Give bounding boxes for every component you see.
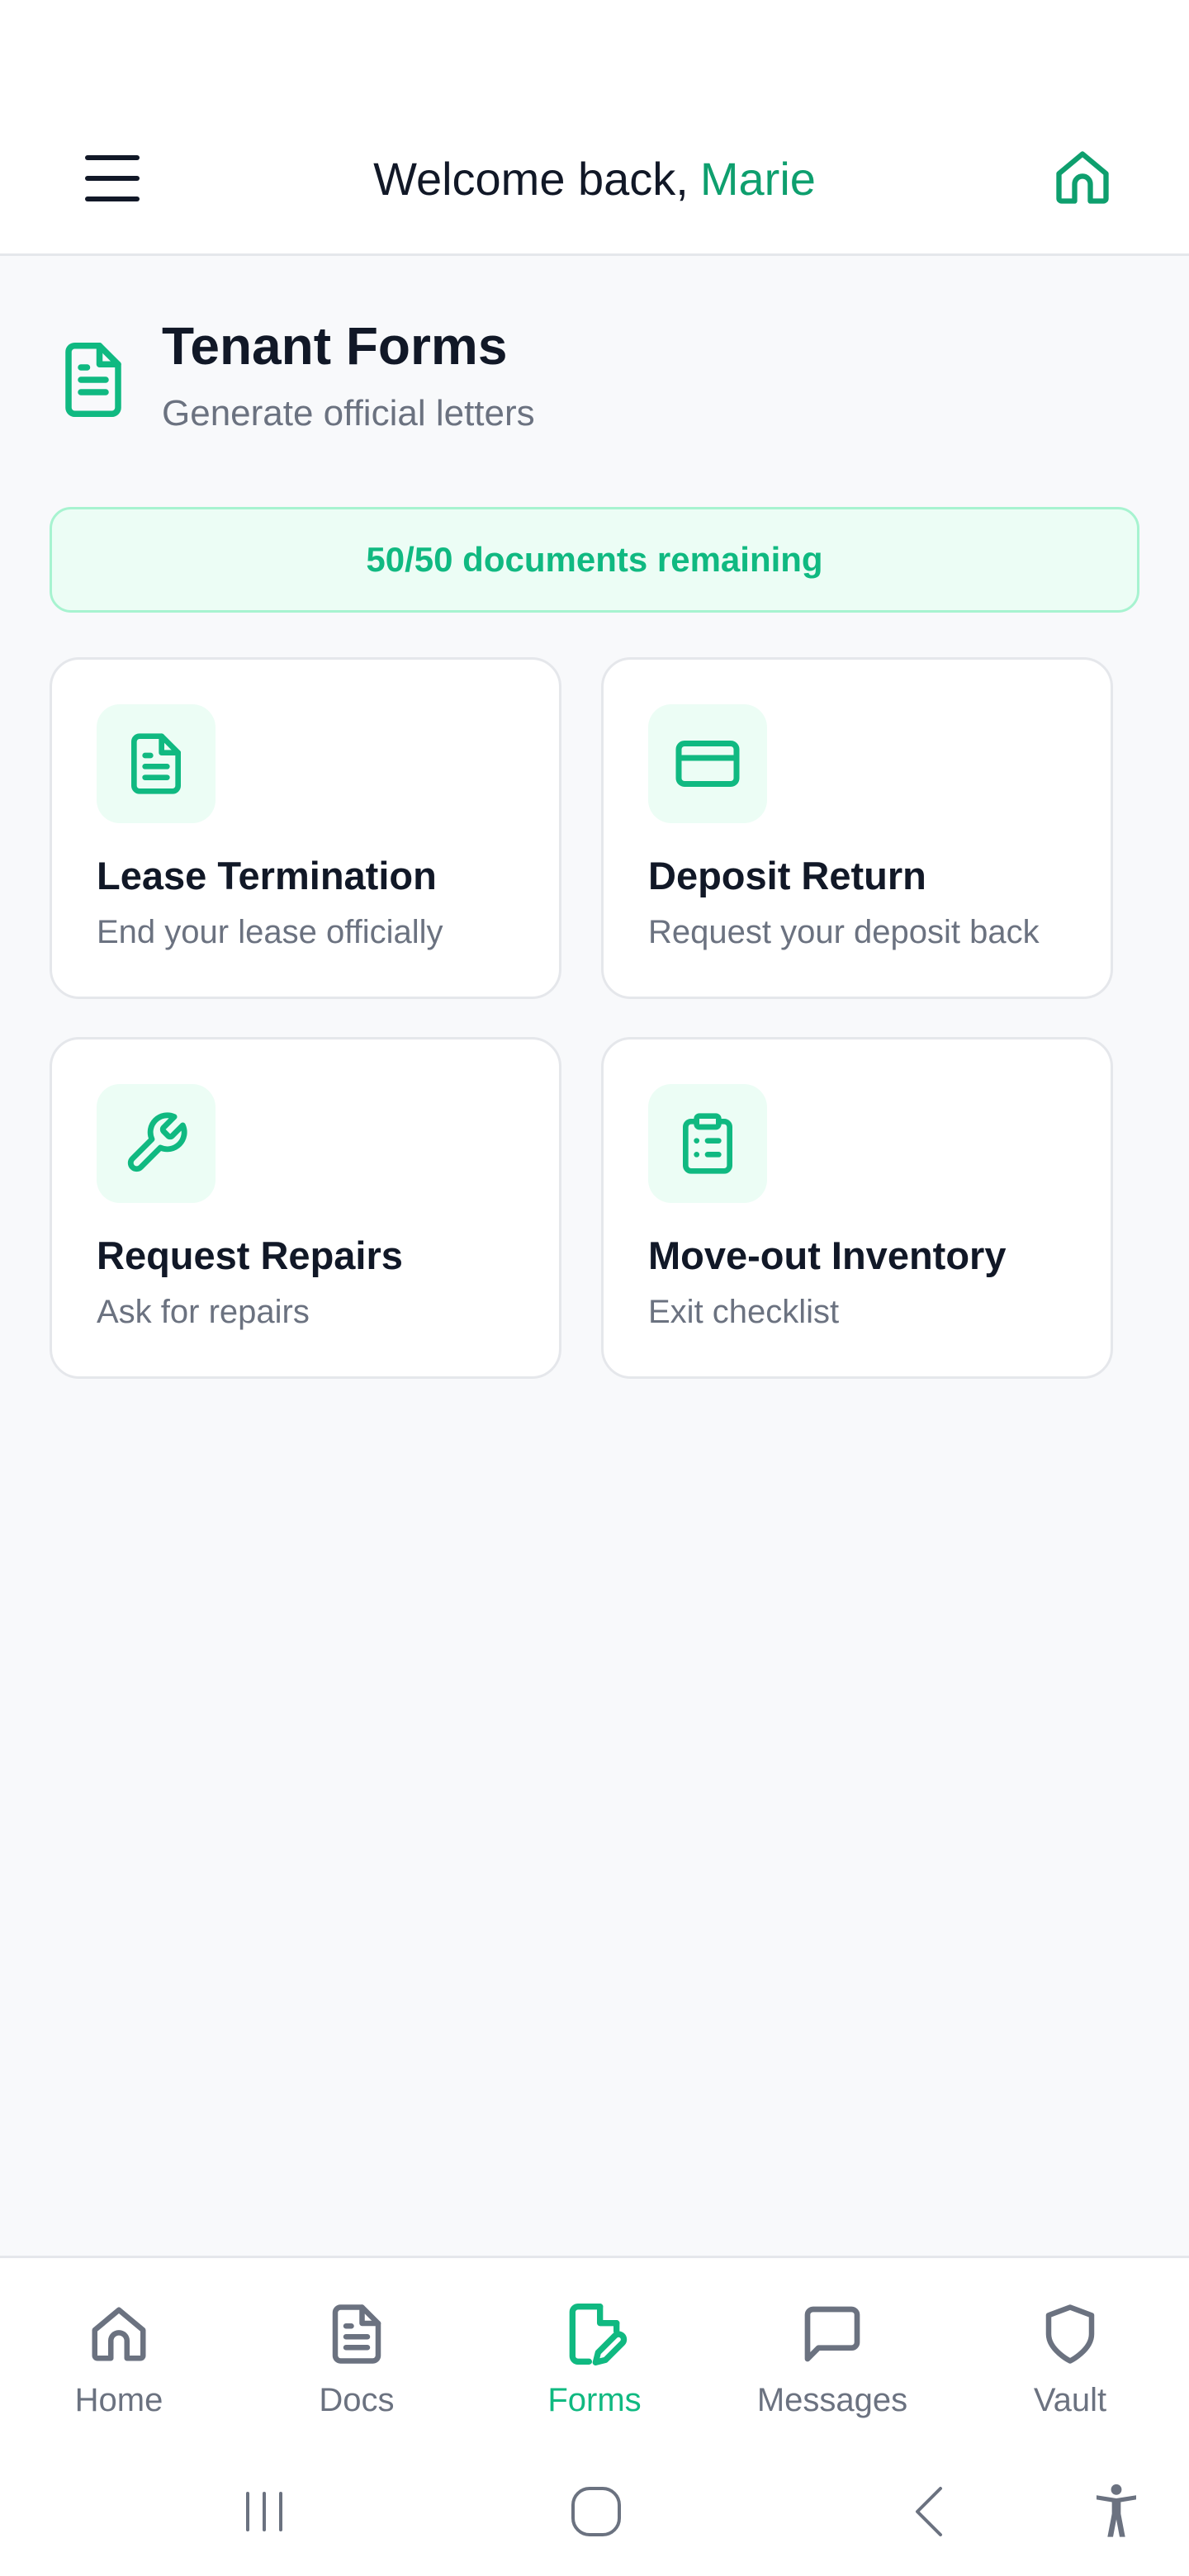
card-icon-tile — [648, 1084, 767, 1203]
lease-termination-card[interactable]: Lease Termination End your lease officia… — [50, 657, 561, 999]
back-button[interactable] — [888, 2470, 971, 2553]
page-title: Tenant Forms — [162, 316, 508, 376]
card-title: Deposit Return — [648, 854, 926, 897]
shield-icon — [1045, 2304, 1095, 2364]
accessibility-icon — [1097, 2484, 1136, 2537]
recent-apps-icon — [246, 2492, 282, 2531]
nav-label: Forms — [547, 2382, 642, 2418]
document-icon — [65, 343, 121, 417]
documents-remaining-banner: 50/50 documents remaining — [50, 507, 1139, 613]
home-circle-icon — [571, 2487, 621, 2536]
card-subtitle: Request your deposit back — [648, 914, 1040, 950]
house-icon — [92, 2307, 146, 2361]
system-navigation-bar — [0, 2454, 1189, 2576]
nav-label: Home — [74, 2382, 163, 2418]
chat-bubble-icon — [804, 2306, 860, 2362]
document-icon — [131, 733, 182, 794]
card-title: Request Repairs — [97, 1234, 403, 1277]
welcome-heading: Welcome back, Marie — [0, 145, 1189, 211]
card-title: Move-out Inventory — [648, 1234, 1007, 1277]
card-icon-tile — [97, 1084, 216, 1203]
nav-item-home[interactable]: Home — [0, 2258, 238, 2456]
request-repairs-card[interactable]: Request Repairs Ask for repairs — [50, 1037, 561, 1379]
credit-card-icon — [675, 741, 740, 787]
nav-item-vault[interactable]: Vault — [951, 2258, 1189, 2456]
app-header: Welcome back, Marie — [0, 107, 1189, 256]
recent-apps-button[interactable] — [223, 2470, 306, 2553]
house-icon — [1056, 151, 1109, 204]
welcome-text: Welcome back, — [373, 152, 689, 205]
home-button[interactable] — [1045, 140, 1120, 215]
user-name: Marie — [699, 152, 816, 205]
document-icon — [332, 2304, 381, 2364]
nav-item-messages[interactable]: Messages — [713, 2258, 951, 2456]
card-title: Lease Termination — [97, 854, 437, 897]
move-out-inventory-card[interactable]: Move-out Inventory Exit checklist — [601, 1037, 1113, 1379]
nav-item-docs[interactable]: Docs — [238, 2258, 476, 2456]
status-bar — [0, 0, 1189, 107]
page-subtitle: Generate official letters — [162, 393, 535, 433]
system-home-button[interactable] — [555, 2470, 637, 2553]
card-icon-tile — [97, 704, 216, 823]
nav-item-forms[interactable]: Forms — [476, 2258, 713, 2456]
card-subtitle: Exit checklist — [648, 1294, 840, 1330]
back-icon — [916, 2487, 942, 2536]
nav-label: Docs — [319, 2382, 395, 2418]
document-edit-icon — [569, 2304, 628, 2365]
bottom-nav: Home Docs Forms Messages Vault — [0, 2256, 1189, 2454]
clipboard-list-icon — [683, 1113, 732, 1174]
deposit-return-card[interactable]: Deposit Return Request your deposit back — [601, 657, 1113, 999]
card-subtitle: Ask for repairs — [97, 1294, 310, 1330]
nav-label: Messages — [756, 2382, 908, 2418]
accessibility-button[interactable] — [1075, 2470, 1158, 2553]
card-subtitle: End your lease officially — [97, 914, 443, 950]
card-icon-tile — [648, 704, 767, 823]
nav-label: Vault — [1033, 2382, 1107, 2418]
wrench-icon — [127, 1112, 187, 1172]
page-header: Tenant Forms Generate official letters — [50, 315, 1123, 447]
